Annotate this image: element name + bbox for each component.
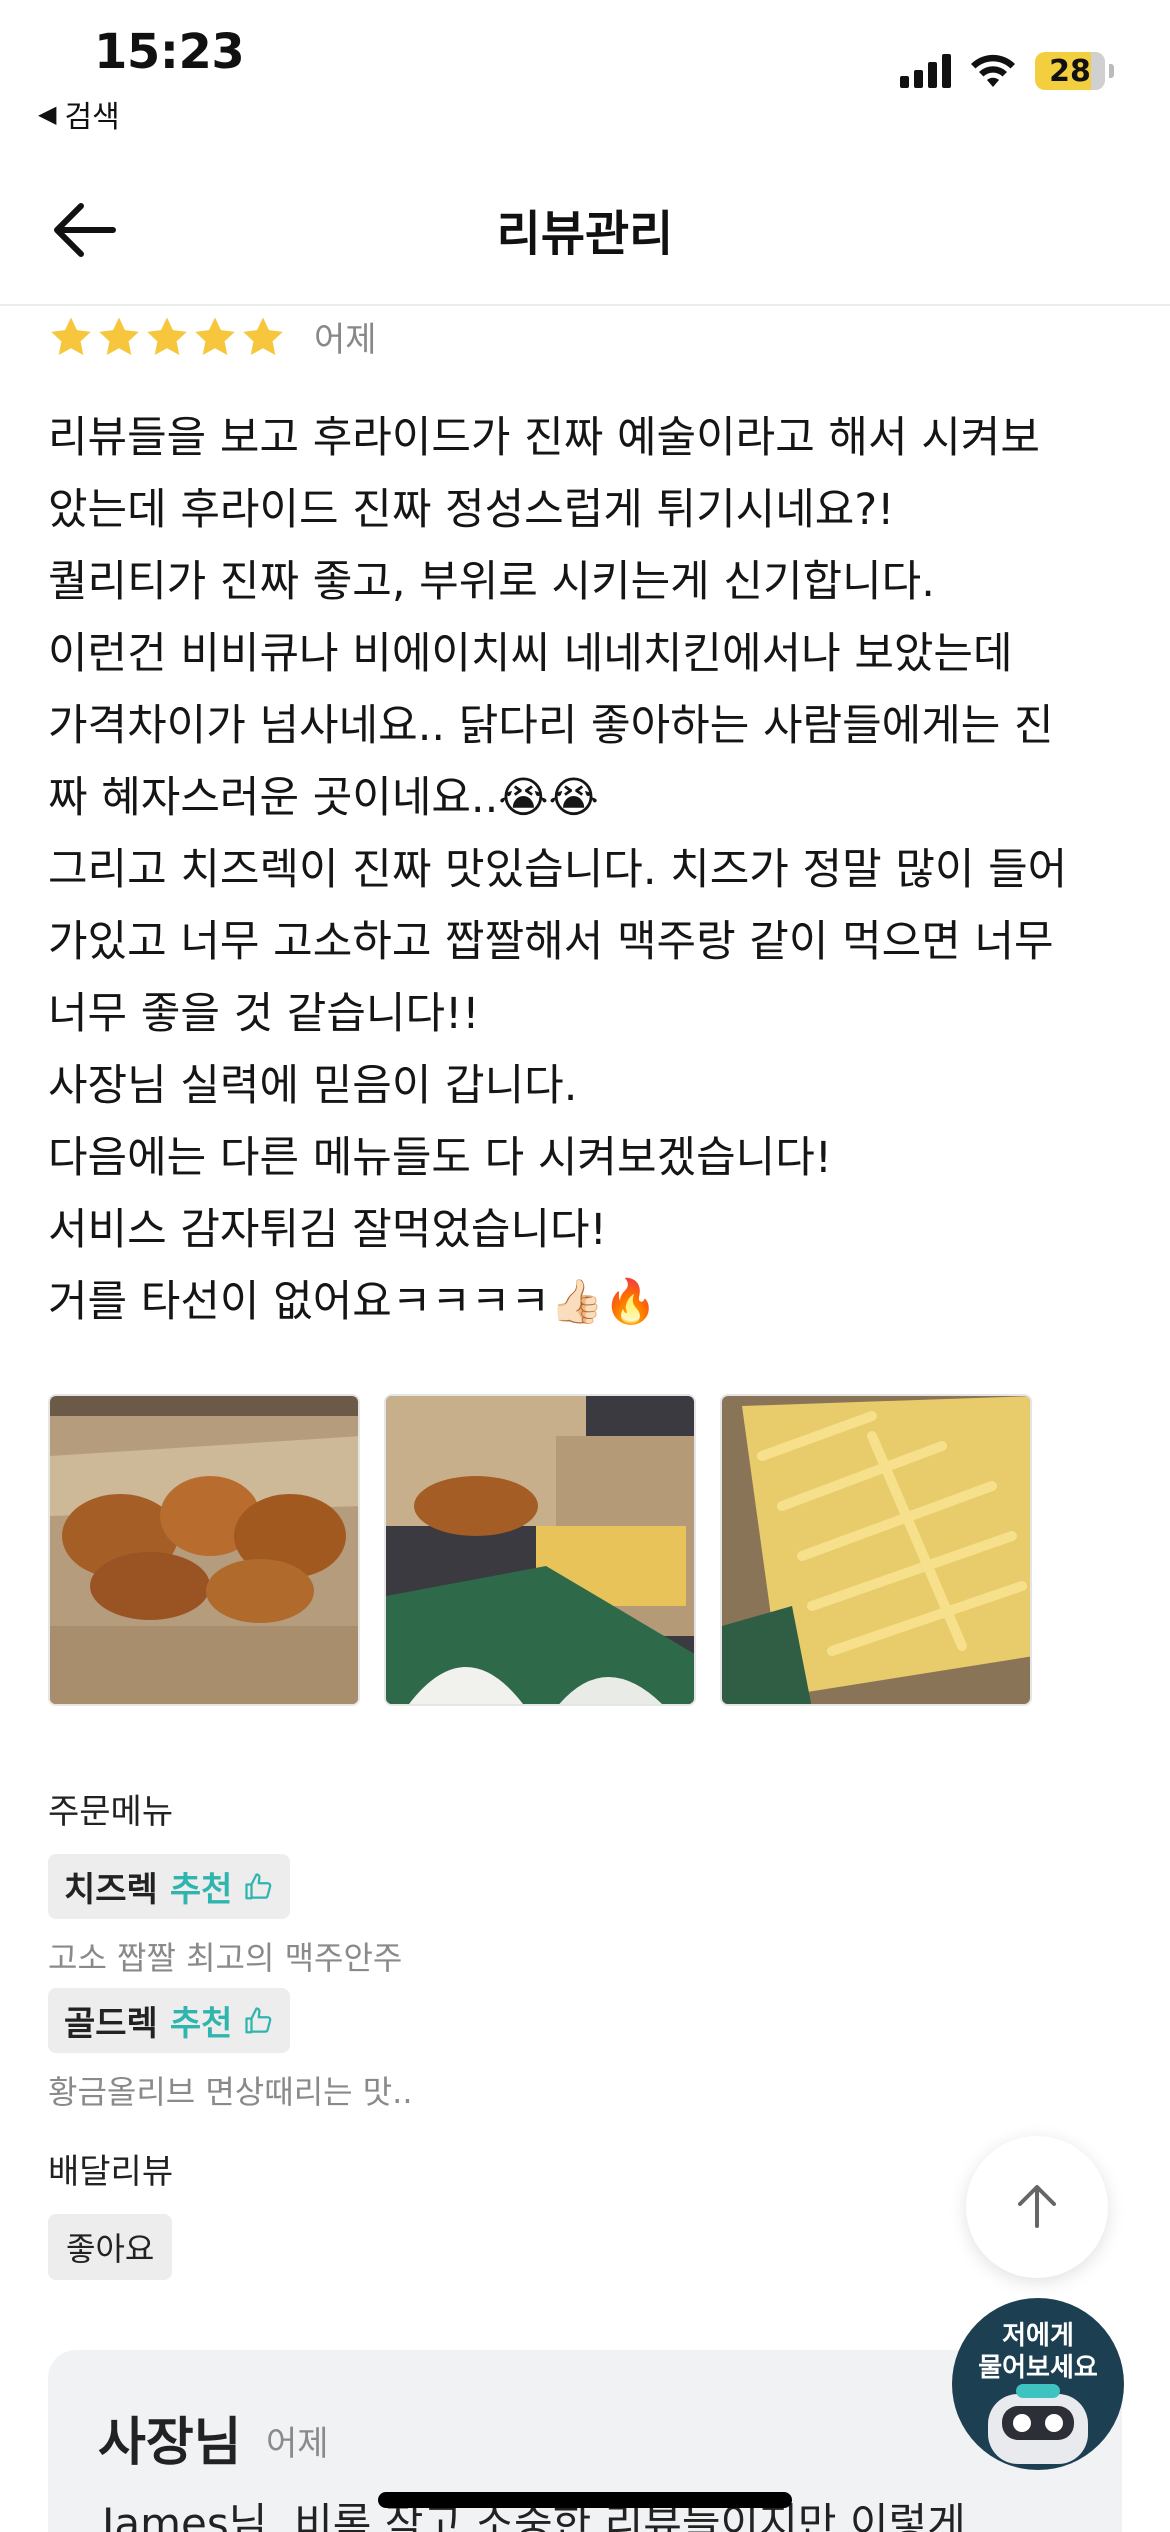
delivery-review-label: 배달리뷰 (48, 2152, 174, 2192)
owner-reply-date: 어제 (266, 2424, 329, 2464)
review-rating-row: 어제 (48, 312, 377, 361)
app-header: 리뷰관리 (0, 150, 1170, 306)
wifi-icon (971, 54, 1015, 87)
status-time: 15:23 (94, 24, 245, 80)
status-bar: 15:23 ◀ 검색 28 (0, 0, 1170, 150)
review-line: 았는데 후라이드 진짜 정성스럽게 튀기시네요?! (48, 485, 895, 535)
scroll-to-top-button[interactable] (966, 2136, 1108, 2278)
order-menu-label: 주문메뉴 (48, 1792, 174, 1832)
review-line: 리뷰들을 보고 후라이드가 진짜 예술이라고 해서 시켜보 (48, 413, 1040, 463)
review-line: 짜 혜자스러운 곳이네요..😭😭 (48, 773, 599, 823)
battery-level: 28 (1049, 53, 1091, 89)
back-to-app-label: 검색 (64, 100, 120, 135)
ask-bot-button[interactable]: 저에게 물어보세요 (952, 2298, 1124, 2470)
delivery-review-tag: 좋아요 (48, 2214, 173, 2280)
star-icon (51, 316, 91, 355)
review-date: 어제 (314, 320, 377, 360)
menu-tag[interactable]: 치즈렉 추천 (48, 1854, 291, 1919)
order-menu-item: 치즈렉 추천 고소 짭짤 최고의 맥주안주 (48, 1854, 402, 1979)
order-menu-item: 골드렉 추천 황금올리브 면상때리는 맛.. (48, 1988, 413, 2113)
page-title: 리뷰관리 (496, 206, 674, 262)
signal-icon (900, 54, 951, 88)
star-icon (99, 316, 139, 355)
status-icons: 28 (900, 52, 1114, 90)
home-indicator (378, 2492, 792, 2508)
thumbs-up-icon (245, 1872, 272, 1899)
review-line: 가격차이가 넘사네요.. 닭다리 좋아하는 사람들에게는 진 (48, 701, 1054, 751)
review-line: 거를 타선이 없어요ㅋㅋㅋㅋ👍🏻🔥 (48, 1277, 658, 1327)
star-icon (243, 316, 283, 355)
menu-name: 골드렉 (64, 2004, 158, 2044)
menu-tag[interactable]: 골드렉 추천 (48, 1988, 291, 2053)
review-line: 너무 좋을 것 같습니다!! (48, 989, 480, 1039)
menu-name: 치즈렉 (64, 1870, 158, 1910)
star-rating (48, 314, 286, 360)
review-body: 리뷰들을 보고 후라이드가 진짜 예술이라고 해서 시켜보았는데 후라이드 진짜… (48, 402, 1128, 1338)
back-triangle-icon: ◀ (38, 100, 57, 128)
star-icon (195, 316, 235, 355)
thumbs-up-icon (245, 2006, 272, 2033)
cheese-fries-photo[interactable] (720, 1394, 1032, 1706)
arrow-up-icon (1018, 2185, 1056, 2228)
review-line: 그리고 치즈렉이 진짜 맛있습니다. 치즈가 정말 많이 들어 (48, 845, 1068, 895)
owner-name: 사장님 (98, 2413, 242, 2473)
review-line: 가있고 너무 고소하고 짭짤해서 맥주랑 같이 먹으면 너무 (48, 917, 1054, 967)
back-to-app-link[interactable]: ◀ 검색 (38, 92, 120, 136)
review-photos (48, 1394, 1032, 1706)
chicken-and-fries-photo[interactable] (384, 1394, 696, 1706)
recommend-label: 추천 (169, 2004, 233, 2044)
menu-description: 고소 짭짤 최고의 맥주안주 (48, 1939, 403, 1977)
recommend-label: 추천 (169, 1870, 233, 1910)
review-line: 다음에는 다른 메뉴들도 다 시켜보겠습니다! (48, 1133, 832, 1183)
fried-chicken-photo[interactable] (48, 1394, 360, 1706)
battery-icon: 28 (1035, 52, 1105, 90)
star-icon (147, 316, 187, 355)
review-line: 사장님 실력에 믿음이 갑니다. (48, 1061, 578, 1111)
review-line: 퀄리티가 진짜 좋고, 부위로 시키는게 신기합니다. (48, 557, 935, 607)
review-line: 이런건 비비큐나 비에이치씨 네네치킨에서나 보았는데 (48, 629, 1013, 679)
robot-icon (988, 2384, 1088, 2464)
review-line: 서비스 감자튀김 잘먹었습니다! (48, 1205, 607, 1255)
menu-description: 황금올리브 면상때리는 맛.. (48, 2073, 413, 2111)
